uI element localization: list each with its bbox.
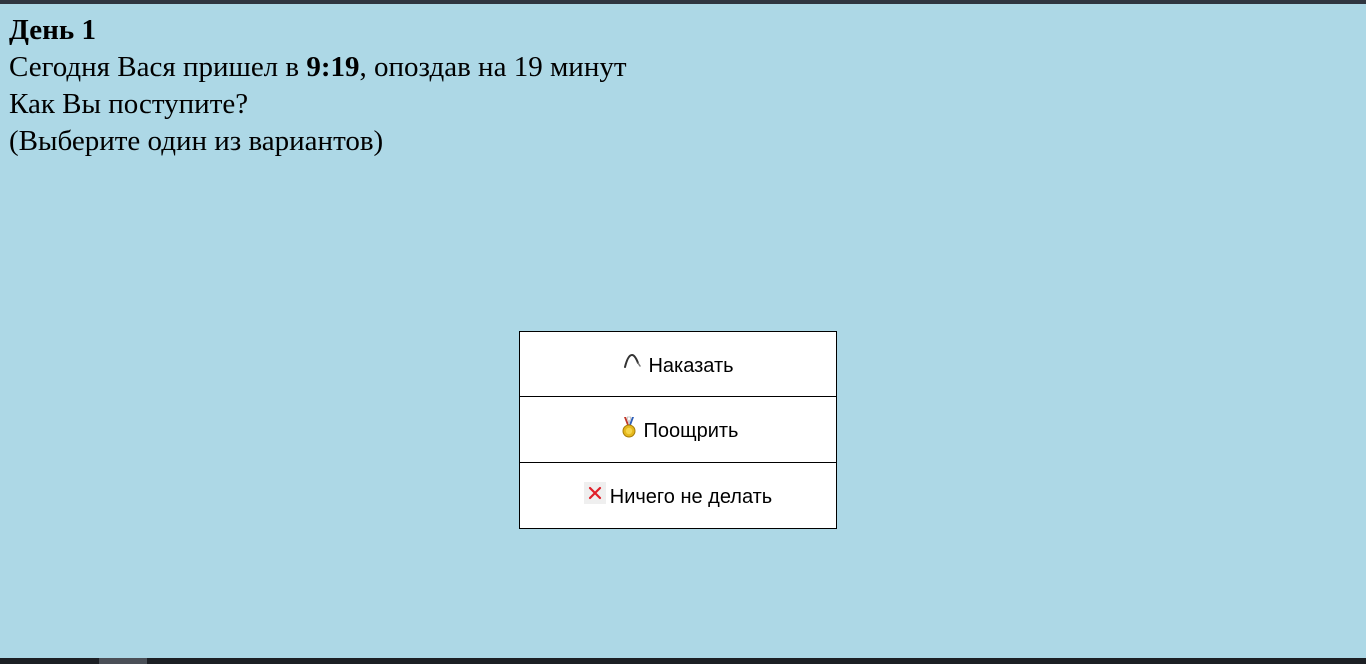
question: Как Вы поступите? — [9, 88, 249, 120]
cross-icon — [583, 481, 606, 504]
choice-hint: (Выберите один из вариантов) — [9, 125, 384, 157]
whip-icon — [622, 350, 644, 372]
scenario-text: День 1 Сегодня Вася пришел в 9:19, опозд… — [9, 12, 627, 160]
punish-button[interactable]: Наказать — [519, 331, 837, 397]
window-top-border — [0, 0, 1366, 4]
reward-button[interactable]: Поощрить — [519, 396, 837, 463]
choice-options: Наказать Поощрить Ничего не делать — [519, 331, 837, 529]
taskbar-active-item[interactable] — [99, 658, 147, 664]
do-nothing-label: Ничего не делать — [609, 486, 773, 508]
punish-label: Наказать — [648, 354, 734, 377]
taskbar — [0, 658, 1366, 664]
arrival-suffix: , опоздав на 19 минут — [359, 51, 627, 83]
medal-icon — [618, 416, 640, 438]
arrival-time: 9:19 — [306, 51, 360, 83]
arrival-line: Сегодня Вася пришел в 9:19, опоздав на 1… — [9, 49, 627, 86]
reward-label: Поощрить — [643, 420, 739, 442]
day-title: День 1 — [9, 14, 96, 46]
do-nothing-button[interactable]: Ничего не делать — [519, 462, 837, 529]
arrival-prefix: Сегодня Вася пришел в — [9, 51, 307, 83]
